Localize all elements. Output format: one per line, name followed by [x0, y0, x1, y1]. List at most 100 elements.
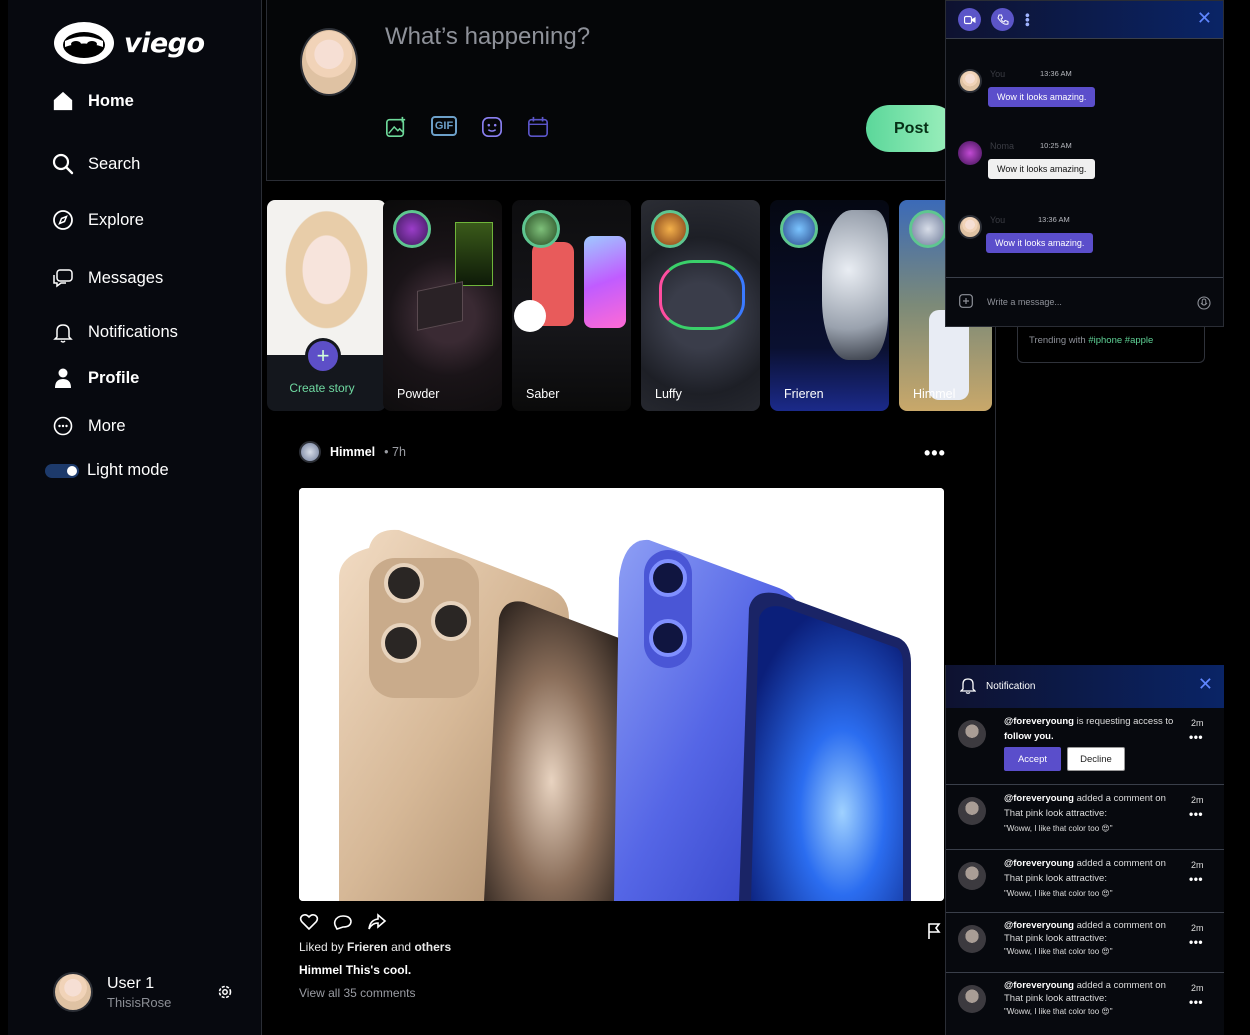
nav-search[interactable]: Search — [52, 153, 140, 175]
avatar — [958, 862, 986, 890]
emoji-icon[interactable] — [481, 116, 503, 138]
story-card[interactable]: Luffy — [641, 200, 760, 411]
story-card[interactable]: Powder — [383, 200, 502, 411]
notification-time: 2m — [1191, 795, 1204, 805]
nav-explore[interactable]: Explore — [52, 209, 144, 231]
story-avatar — [651, 210, 689, 248]
stories-strip: + Create story Powder Saber Luffy Friere… — [266, 200, 992, 411]
gif-button[interactable]: GIF — [431, 116, 457, 136]
story-avatar — [909, 210, 947, 248]
user-name: User 1 — [107, 974, 155, 992]
message-input[interactable]: Write a message... — [946, 277, 1223, 326]
notification-target: follow you. — [1004, 731, 1054, 742]
notification-more-icon[interactable]: ••• — [1189, 995, 1203, 1009]
caption-author[interactable]: Himmel — [299, 963, 342, 977]
avatar — [958, 215, 982, 239]
notification-post: That pink look attractive: — [1004, 808, 1107, 819]
avatar — [53, 972, 93, 1012]
plus-icon[interactable]: + — [305, 338, 341, 374]
post-more-icon[interactable]: ••• — [924, 443, 946, 464]
notification-item[interactable]: @foreveryoung added a comment on That pi… — [946, 785, 1224, 850]
brand-logo[interactable]: viego — [52, 20, 205, 66]
chat-message: You 13:36 AM Wow it looks amazing. — [958, 69, 1158, 115]
sidebar: viego Home Search Explore Messages Notif… — [8, 0, 262, 1035]
post-button[interactable]: Post — [866, 105, 956, 152]
trending-tag[interactable]: #apple — [1125, 335, 1154, 346]
avatar — [958, 925, 986, 953]
comment-icon[interactable] — [333, 912, 353, 937]
nav-messages[interactable]: Messages — [52, 267, 163, 289]
notification-more-icon[interactable]: ••• — [1189, 730, 1203, 744]
ninja-logo-icon — [54, 22, 114, 64]
theme-toggle[interactable]: Light mode — [45, 461, 169, 480]
kebab-menu-icon[interactable]: ••• — [1020, 13, 1035, 27]
heart-icon[interactable] — [299, 912, 319, 937]
liked-user[interactable]: Frieren — [347, 940, 388, 954]
theme-toggle-label: Light mode — [87, 461, 169, 479]
home-icon — [52, 90, 74, 112]
microphone-icon[interactable] — [1197, 296, 1211, 312]
post-image[interactable] — [299, 488, 944, 901]
notification-quote: "Woww, I like that color too 😍" — [1004, 889, 1113, 898]
toggle-switch[interactable] — [45, 463, 79, 478]
notification-user[interactable]: @foreveryoung — [1004, 858, 1074, 869]
notification-quote: "Woww, I like that color too 😍" — [1004, 947, 1113, 956]
notification-user[interactable]: @foreveryoung — [1004, 716, 1074, 727]
share-icon[interactable] — [367, 912, 387, 937]
close-icon[interactable]: ✕ — [1198, 674, 1213, 695]
close-icon[interactable]: ✕ — [1197, 8, 1212, 29]
message-bubble: Wow it looks amazing. — [988, 159, 1096, 179]
nav-more[interactable]: More — [52, 415, 126, 437]
notification-more-icon[interactable]: ••• — [1189, 935, 1203, 949]
view-comments-link[interactable]: View all 35 comments — [299, 986, 416, 1000]
nav-home-label: Home — [88, 91, 134, 110]
notification-user[interactable]: @foreveryoung — [1004, 920, 1074, 931]
more-icon — [52, 415, 74, 437]
notification-more-icon[interactable]: ••• — [1189, 807, 1203, 821]
attach-icon[interactable] — [959, 294, 973, 310]
notification-more-icon[interactable]: ••• — [1189, 872, 1203, 886]
flag-icon[interactable] — [926, 922, 942, 945]
create-story-card[interactable]: + Create story — [267, 200, 386, 411]
notification-user[interactable]: @foreveryoung — [1004, 793, 1074, 804]
story-avatar — [393, 210, 431, 248]
notification-item[interactable]: @foreveryoung added a comment on That pi… — [946, 973, 1224, 1035]
story-card[interactable]: Frieren — [770, 200, 889, 411]
search-icon — [52, 153, 74, 175]
compose-input[interactable]: What’s happening? — [385, 23, 590, 51]
post-author-name: Himmel — [330, 445, 376, 459]
trending-tag[interactable]: #iphone — [1088, 335, 1122, 346]
story-name: Saber — [526, 387, 560, 401]
nav-profile-label: Profile — [88, 368, 140, 387]
notification-item[interactable]: @foreveryoung added a comment on That pi… — [946, 850, 1224, 913]
compass-icon — [52, 209, 74, 231]
liked-others[interactable]: others — [414, 940, 451, 954]
notification-action: added a comment on — [1076, 858, 1166, 869]
story-name: Powder — [397, 387, 440, 401]
post-header[interactable]: Himmel • 7h — [299, 441, 406, 463]
video-call-icon[interactable] — [958, 8, 981, 31]
post-time: • 7h — [384, 445, 406, 459]
notification-post: That pink look attractive: — [1004, 993, 1107, 1004]
accept-button[interactable]: Accept — [1004, 747, 1061, 771]
nav-profile[interactable]: Profile — [52, 367, 139, 389]
gear-icon[interactable] — [216, 983, 234, 1006]
nav-home[interactable]: Home — [52, 90, 134, 112]
notification-item[interactable]: @foreveryoung is requesting access to fo… — [946, 708, 1224, 785]
post-actions — [299, 912, 387, 937]
story-card[interactable]: Saber — [512, 200, 631, 411]
current-user[interactable]: User 1 ThisisRose — [53, 972, 171, 1012]
message-time: 13:36 AM — [1038, 215, 1070, 224]
decline-button[interactable]: Decline — [1067, 747, 1125, 771]
notification-user[interactable]: @foreveryoung — [1004, 980, 1074, 991]
add-image-icon[interactable] — [385, 116, 407, 138]
notification-item[interactable]: @foreveryoung added a comment on That pi… — [946, 913, 1224, 973]
nav-notifications-label: Notifications — [88, 322, 178, 341]
phone-icon[interactable] — [991, 8, 1014, 31]
notification-action: added a comment on — [1076, 980, 1166, 991]
story-photo — [267, 200, 386, 355]
calendar-icon[interactable] — [527, 116, 549, 138]
compose-toolbar: GIF — [385, 116, 549, 138]
nav-explore-label: Explore — [88, 210, 144, 229]
nav-notifications[interactable]: Notifications — [52, 321, 178, 343]
